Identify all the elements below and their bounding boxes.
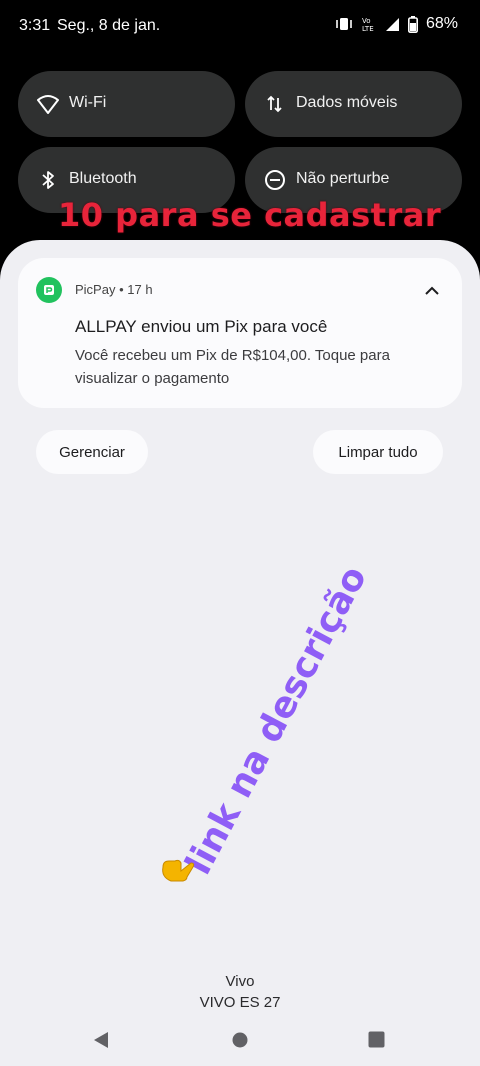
battery-percent: 68% (425, 15, 458, 32)
volte-icon: Vo LTE (361, 16, 377, 32)
status-bar: 3:31 Seg., 8 de jan. Vo LTE 68% (0, 0, 480, 52)
tile-label: Wi-Fi (69, 94, 107, 111)
picpay-app-icon (36, 277, 62, 303)
wifi-icon (36, 92, 60, 116)
tile-label: Dados móveis (296, 94, 398, 111)
signal-icon (385, 17, 400, 32)
vibrate-icon (335, 17, 353, 31)
tile-label: Bluetooth (69, 170, 137, 187)
notification-time: 17 h (127, 282, 153, 297)
svg-text:Vo: Vo (362, 17, 371, 25)
manage-button[interactable]: Gerenciar (36, 430, 148, 474)
overlay-caption-red: 10 para se cadastrar (58, 196, 442, 234)
bluetooth-icon (36, 168, 60, 192)
battery-icon (407, 15, 418, 33)
app-name: PicPay (75, 282, 116, 297)
pointing-hand-icon (157, 853, 199, 887)
recents-icon[interactable] (368, 1031, 385, 1053)
notification-title: ALLPAY enviou um Pix para você (75, 317, 328, 336)
notification-header: PicPay • 17 h (75, 282, 153, 297)
tile-mobile-data[interactable]: Dados móveis (245, 71, 462, 137)
status-date: Seg., 8 de jan. (57, 17, 161, 34)
collapse-button[interactable] (418, 277, 446, 305)
notification-card[interactable]: PicPay • 17 h ALLPAY enviou um Pix para … (18, 258, 462, 408)
clear-all-button[interactable]: Limpar tudo (313, 430, 443, 474)
home-icon[interactable] (232, 1032, 248, 1053)
tile-wifi[interactable]: Wi-Fi (18, 71, 235, 137)
mobile-data-icon (263, 92, 287, 116)
navigation-bar (0, 1020, 480, 1060)
status-icons: Vo LTE 68% (335, 15, 458, 33)
svg-text:LTE: LTE (362, 25, 374, 32)
carrier-name: Vivo (225, 973, 255, 990)
status-time: 3:31 (19, 17, 51, 34)
notification-body: Você recebeu um Pix de R$104,00. Toque p… (75, 347, 390, 387)
chevron-up-icon (425, 286, 439, 295)
carrier-info: VIVO ES 27 (199, 994, 281, 1011)
back-icon[interactable] (92, 1030, 110, 1055)
do-not-disturb-icon (263, 168, 287, 192)
tile-label: Não perturbe (296, 170, 390, 187)
